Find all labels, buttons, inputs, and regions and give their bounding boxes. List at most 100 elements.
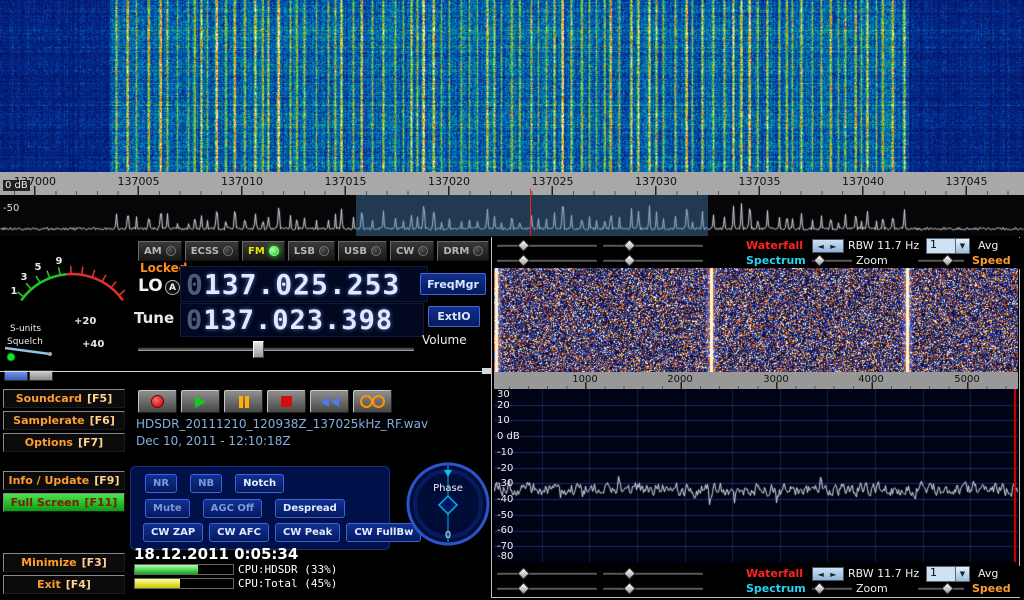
spectrum-lower-slider[interactable] [603,583,703,592]
extio-button[interactable]: ExtIO [428,306,480,327]
avg-select[interactable]: 1 ▼ [926,238,970,254]
info-update-button[interactable]: Info / Update[F9] [3,471,125,490]
dsp-button-nr[interactable]: NR [145,474,177,493]
mode-button-cw[interactable]: CW [390,241,434,261]
lo-frequency-display[interactable]: 0137.025.253 [180,266,428,302]
speed-label: Speed [972,582,1011,595]
dsp-button-cw-peak[interactable]: CW Peak [275,523,340,542]
waterfall-label[interactable]: Waterfall [746,239,803,252]
slider-thumb[interactable] [941,582,954,595]
phase-label: Phase [433,483,463,494]
smeter-scale-9: 9 [56,256,63,267]
slider-thumb[interactable] [623,567,636,580]
volume-slider[interactable] [138,341,414,356]
dropdown-arrow-icon[interactable]: ▼ [955,239,969,253]
dropdown-arrow-icon[interactable]: ▼ [955,567,969,581]
rewind-icon [321,397,329,407]
spectrum-upper-slider[interactable] [497,583,597,592]
passband-selection[interactable] [356,195,708,236]
waterfall-upper-slider[interactable] [497,240,597,249]
volume-slider-thumb[interactable] [253,341,264,358]
zoom-slider[interactable] [812,583,852,592]
waterfall-lower-slider[interactable] [603,240,703,249]
slider-thumb[interactable] [813,582,826,595]
slider-thumb[interactable] [517,567,530,580]
pause-button[interactable] [224,390,263,413]
dsp-button-notch[interactable]: Notch [235,474,284,493]
freq-mgr-button[interactable]: FreqMgr [420,273,486,295]
slider-thumb[interactable] [813,254,826,267]
dsp-button-agc[interactable]: AGC Off [203,499,262,518]
overview-spectrum[interactable]: 0 dB -50 [0,195,1024,236]
hdsdr-window: 137000 137005 137010 137015 137020 13702… [0,0,1024,600]
speed-slider[interactable] [918,255,964,264]
hor-splitter[interactable] [0,371,491,372]
mode-button-fm[interactable]: FM [242,241,285,261]
audio-waterfall[interactable] [494,268,1018,372]
play-icon [195,396,206,408]
hor-splitter-handle[interactable] [482,368,491,374]
full-screen-button[interactable]: Full Screen[F11] [3,493,125,512]
db-label: -10 [497,448,513,457]
waterfall-lower-slider[interactable] [603,568,703,577]
avg-select[interactable]: 1 ▼ [926,566,970,582]
dsp-button-cw-zap[interactable]: CW ZAP [143,523,203,542]
speed-label: Speed [972,254,1011,267]
phase-dial[interactable]: Phase 0 [404,460,492,548]
slider-thumb[interactable] [941,254,954,267]
tune-frequency-display[interactable]: 0137.023.398 [180,303,424,337]
options-button[interactable]: Options[F7] [3,433,125,452]
mode-button-am[interactable]: AM [138,241,182,261]
dsp-button-nb[interactable]: NB [190,474,222,493]
cpu-total-bar-fill [135,579,180,588]
waterfall-shift-spinner[interactable]: ◄ ► [812,239,844,253]
speed-slider[interactable] [918,583,964,592]
zoom-label: Zoom [856,582,888,595]
dsp-button-despread[interactable]: Despread [275,499,345,518]
lock-auto-badge[interactable]: A [165,280,180,295]
spectrum-upper-slider[interactable] [497,255,597,264]
record-button[interactable] [138,390,177,413]
audio-frequency-scale[interactable]: 1000 2000 3000 4000 5000 [494,372,1018,389]
slider-thumb[interactable] [517,582,530,595]
spectrum-lower-slider[interactable] [603,255,703,264]
zoom-slider[interactable] [812,255,852,264]
spectrum-label[interactable]: Spectrum [746,254,806,267]
main-waterfall[interactable] [0,0,1024,172]
waterfall-shift-spinner[interactable]: ◄ ► [812,567,844,581]
mode-button-drm[interactable]: DRM [437,241,489,261]
slider-thumb[interactable] [623,254,636,267]
spectrum-label[interactable]: Spectrum [746,582,806,595]
rbw-label: RBW 11.7 Hz [848,239,919,252]
slider-thumb[interactable] [517,254,530,267]
mode-button-ecss[interactable]: ECSS [185,241,239,261]
soundcard-button[interactable]: Soundcard[F5] [3,389,125,408]
waterfall-upper-slider[interactable] [497,568,597,577]
slider-thumb[interactable] [517,239,530,252]
minimize-button[interactable]: Minimize[F3] [3,553,125,572]
slider-thumb[interactable] [623,239,636,252]
dsp-button-cw-afc[interactable]: CW AFC [209,523,269,542]
mode-button-lsb[interactable]: LSB [288,241,335,261]
db-label: 0 dB [497,432,520,441]
waterfall-label[interactable]: Waterfall [746,567,803,580]
audio-spectrum[interactable] [494,389,1018,562]
frequency-ruler[interactable]: 137000 137005 137010 137015 137020 13702… [0,172,1024,195]
dsp-button-mute[interactable]: Mute [145,499,190,518]
db-label: 30 [497,390,510,399]
record-icon [151,395,164,408]
ruler-label: 137045 [946,175,988,188]
samplerate-button[interactable]: Samplerate[F6] [3,411,125,430]
slider-thumb[interactable] [623,582,636,595]
cpu-hdsdr-text: CPU:HDSDR (33%) [238,563,337,576]
loop-button[interactable] [353,390,392,413]
stop-button[interactable] [267,390,306,413]
db-label: -20 [497,464,513,473]
rewind-icon [331,397,339,407]
cpu-hdsdr-bar-fill [135,565,198,574]
exit-button[interactable]: Exit[F4] [3,575,125,594]
mode-button-usb[interactable]: USB [338,241,387,261]
db-scale-mid: -50 [3,203,19,214]
rewind-button[interactable] [310,390,349,413]
play-button[interactable] [181,390,220,413]
